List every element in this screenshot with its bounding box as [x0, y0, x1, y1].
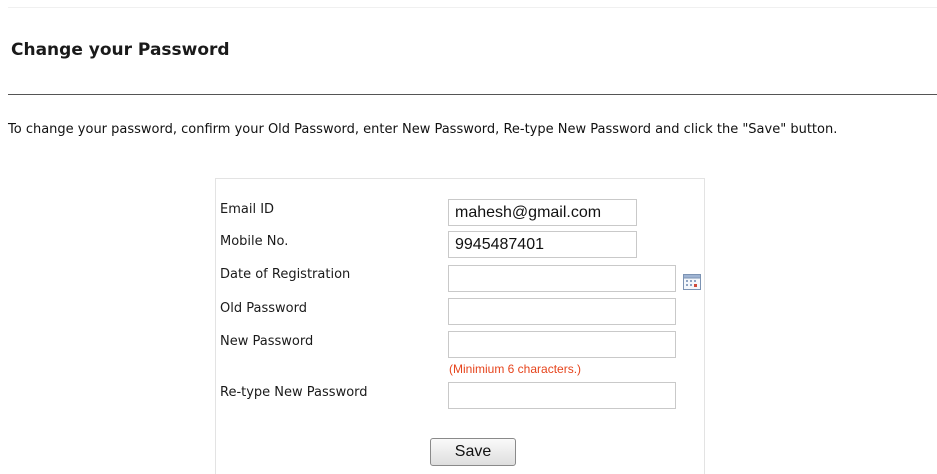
password-length-hint: (Minimium 6 characters.): [449, 362, 582, 376]
email-label: Email ID: [220, 202, 275, 217]
retype-password-label: Re-type New Password: [220, 385, 368, 400]
new-password-field[interactable]: [448, 331, 676, 358]
old-password-label: Old Password: [220, 301, 307, 316]
new-password-label: New Password: [220, 334, 314, 349]
save-button[interactable]: Save: [430, 438, 516, 466]
instructions-text: To change your password, confirm your Ol…: [8, 122, 838, 137]
calendar-icon[interactable]: [683, 274, 701, 290]
registration-date-field[interactable]: [448, 265, 676, 292]
retype-password-field[interactable]: [448, 382, 676, 409]
registration-date-label: Date of Registration: [220, 267, 351, 282]
mobile-field[interactable]: [448, 231, 637, 258]
mobile-label: Mobile No.: [220, 234, 289, 249]
title-divider: [8, 94, 937, 95]
old-password-field[interactable]: [448, 298, 676, 325]
top-border: [8, 7, 937, 8]
page-title: Change your Password: [11, 40, 230, 60]
email-field[interactable]: [448, 199, 637, 226]
